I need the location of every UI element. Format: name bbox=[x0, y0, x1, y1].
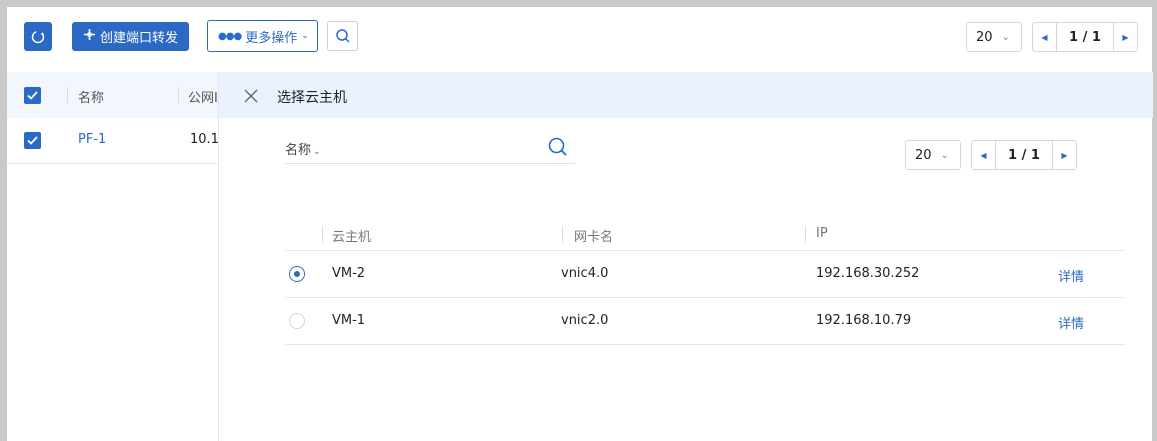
next-page-button[interactable]: ▶ bbox=[1052, 141, 1076, 169]
row-radio[interactable] bbox=[289, 313, 305, 329]
page-size-select[interactable]: 20 ⌄ bbox=[905, 140, 961, 170]
next-page-button[interactable]: ▶ bbox=[1113, 23, 1137, 51]
row-public-ip: 10.1! bbox=[190, 132, 218, 147]
prev-page-button[interactable]: ◀ bbox=[1033, 23, 1057, 51]
more-actions-label: 更多操作 bbox=[245, 30, 298, 46]
chevron-down-icon: ⌄ bbox=[313, 147, 321, 157]
create-button-label: 创建端口转发 bbox=[100, 31, 179, 46]
column-header-vm: 云主机 bbox=[332, 230, 372, 245]
row-nic-name: vnic2.0 bbox=[561, 313, 609, 328]
page-size-value: 20 bbox=[976, 29, 993, 45]
column-header-name[interactable]: 名称 bbox=[78, 87, 104, 106]
table-row[interactable]: VM-2 vnic4.0 192.168.30.252 详情 bbox=[285, 251, 1125, 298]
page-navigation: ◀ 1 / 1 ▶ bbox=[1032, 22, 1138, 52]
close-icon[interactable] bbox=[243, 88, 259, 104]
checkmark-icon bbox=[27, 91, 38, 100]
column-separator bbox=[562, 226, 563, 243]
chevron-down-icon: ⌄ bbox=[940, 149, 949, 161]
row-radio-selected[interactable] bbox=[289, 266, 305, 282]
vm-table-header: 云主机 网卡名 IP bbox=[285, 218, 1125, 251]
refresh-icon bbox=[31, 30, 45, 43]
page-size-select[interactable]: 20 ⌄ bbox=[966, 22, 1022, 52]
row-vm-name: VM-2 bbox=[332, 266, 366, 281]
row-checkbox[interactable] bbox=[24, 132, 41, 149]
top-pager: 20 ⌄ ◀ 1 / 1 ▶ bbox=[966, 22, 1138, 52]
column-separator bbox=[322, 226, 323, 243]
column-separator bbox=[805, 226, 806, 243]
create-port-forwarding-button[interactable]: 创建端口转发 bbox=[72, 22, 189, 51]
table-row[interactable]: PF-1 10.1! bbox=[7, 118, 218, 164]
left-table-header: 名称 公网I bbox=[7, 72, 218, 118]
column-separator bbox=[67, 87, 68, 103]
page-size-value: 20 bbox=[915, 147, 932, 163]
column-header-nic: 网卡名 bbox=[574, 230, 614, 245]
row-detail-link[interactable]: 详情 bbox=[1058, 313, 1084, 332]
row-ip: 192.168.30.252 bbox=[816, 266, 920, 281]
left-table-body bbox=[7, 118, 218, 441]
table-row[interactable]: VM-1 vnic2.0 192.168.10.79 详情 bbox=[285, 298, 1125, 345]
panel-title: 选择云主机 bbox=[277, 90, 347, 106]
panel-header: 选择云主机 bbox=[219, 72, 1153, 118]
checkmark-icon bbox=[27, 136, 38, 145]
column-header-ip: IP bbox=[816, 226, 828, 241]
filter-select[interactable]: 名称 ⌄ bbox=[285, 139, 321, 158]
more-actions-button[interactable]: ●●● 更多操作 ⌄ bbox=[207, 20, 318, 52]
page-info: 1 / 1 bbox=[1008, 147, 1040, 163]
name-filter-field[interactable]: 名称 ⌄ bbox=[285, 136, 575, 164]
search-icon[interactable] bbox=[547, 136, 569, 158]
filter-label: 名称 bbox=[285, 143, 312, 158]
prev-page-button[interactable]: ◀ bbox=[972, 141, 996, 169]
row-nic-name: vnic4.0 bbox=[561, 266, 609, 281]
row-detail-link[interactable]: 详情 bbox=[1058, 266, 1084, 285]
page-info: 1 / 1 bbox=[1069, 29, 1101, 45]
column-header-public-ip[interactable]: 公网I bbox=[188, 87, 218, 106]
page-navigation: ◀ 1 / 1 ▶ bbox=[971, 140, 1077, 170]
refresh-button[interactable] bbox=[24, 22, 52, 51]
row-ip: 192.168.10.79 bbox=[816, 313, 912, 328]
more-dots-icon: ●●● bbox=[218, 30, 242, 42]
row-vm-name: VM-1 bbox=[332, 313, 366, 328]
column-separator bbox=[178, 87, 179, 103]
search-icon bbox=[335, 29, 350, 43]
select-vm-panel: 选择云主机 名称 ⌄ 20 ⌄ ◀ 1 / 1 ▶ 云主机 网卡名 IP VM-2… bbox=[218, 72, 1153, 441]
plus-icon bbox=[83, 28, 97, 45]
select-all-checkbox[interactable] bbox=[24, 87, 41, 104]
chevron-down-icon: ⌄ bbox=[1001, 31, 1010, 43]
toolbar-search-button[interactable] bbox=[327, 21, 358, 51]
chevron-down-icon: ⌄ bbox=[301, 31, 309, 41]
row-name-link[interactable]: PF-1 bbox=[78, 132, 106, 147]
panel-pager: 20 ⌄ ◀ 1 / 1 ▶ bbox=[905, 140, 1077, 170]
